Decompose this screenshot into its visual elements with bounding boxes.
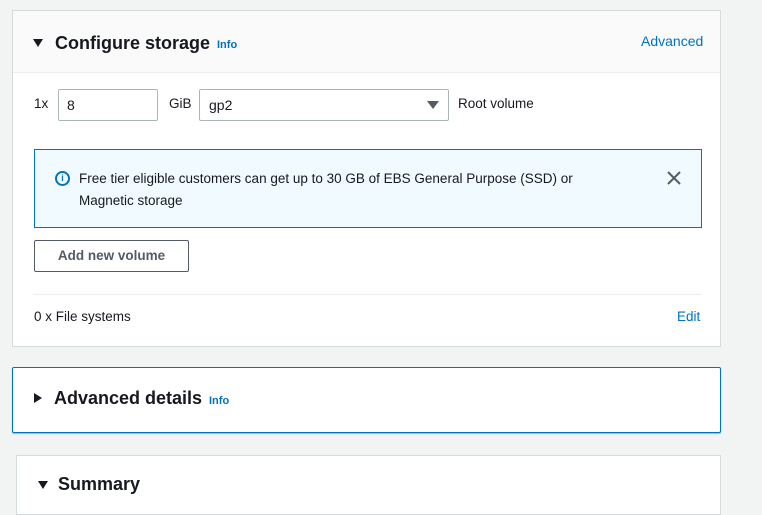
configure-storage-title[interactable]: Configure storage — [55, 33, 210, 54]
file-systems-count: 0 x File systems — [34, 309, 131, 324]
advanced-details-info-link[interactable]: Info — [209, 395, 229, 407]
summary-panel: Summary — [16, 455, 721, 515]
volume-type-select[interactable]: gp2 — [199, 89, 449, 121]
file-systems-edit-link[interactable]: Edit — [677, 309, 700, 324]
root-volume-label: Root volume — [458, 96, 534, 111]
volume-count: 1x — [34, 96, 49, 111]
configure-storage-panel: Configure storage Info Advanced 1x GiB g… — [12, 10, 721, 347]
advanced-details-title[interactable]: Advanced details — [54, 388, 202, 409]
advanced-details-panel[interactable]: Advanced details Info — [12, 367, 721, 433]
add-new-volume-button[interactable]: Add new volume — [34, 240, 189, 272]
volume-unit-label: GiB — [169, 96, 192, 111]
chevron-down-icon — [427, 101, 439, 109]
caret-down-icon[interactable] — [33, 39, 43, 47]
close-icon[interactable] — [666, 170, 682, 186]
info-circle-icon: i — [55, 171, 70, 186]
free-tier-alert-text: Free tier eligible customers can get up … — [79, 171, 573, 208]
advanced-link[interactable]: Advanced — [641, 33, 703, 49]
configure-storage-header[interactable]: Configure storage Info Advanced — [13, 11, 720, 73]
free-tier-alert: i Free tier eligible customers can get u… — [34, 149, 702, 228]
caret-right-icon[interactable] — [34, 393, 42, 403]
volume-type-value: gp2 — [209, 97, 233, 113]
volume-size-input[interactable] — [58, 89, 158, 121]
configure-storage-info-link[interactable]: Info — [217, 39, 237, 51]
summary-title[interactable]: Summary — [58, 474, 140, 495]
divider — [33, 294, 702, 295]
